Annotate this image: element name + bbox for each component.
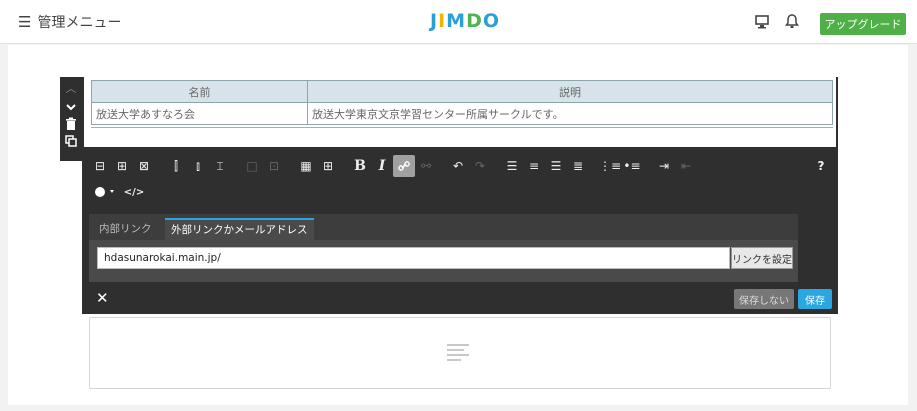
monitor-icon[interactable] [752, 12, 772, 32]
block-side-toolbar: ︿ [60, 77, 82, 161]
unlink-icon[interactable]: ⚯ [415, 155, 437, 177]
jimdo-logo[interactable]: JIMDO [430, 10, 500, 32]
delete-row-icon[interactable]: ⊠ [133, 155, 155, 177]
merge-cells-icon[interactable]: □ [241, 155, 263, 177]
content-table[interactable]: 名前 説明 放送大学あすなろ会 放送大学東京文京学習センター所属サークルです。 [91, 80, 833, 125]
insert-column-left-icon[interactable]: ⫿ [165, 155, 187, 177]
discard-button[interactable]: 保存しない [734, 289, 794, 309]
table-editor: 名前 説明 放送大学あすなろ会 放送大学東京文京学習センター所属サークルです。 … [82, 77, 838, 314]
link-tab-bar: 内部リンク 外部リンクかメールアドレス [89, 214, 798, 240]
format-toolbar-row-1: ⊟ ⊞ ⊠ ⫿ ⫾ ⌶ □ ⊡ ▦ ⊞ B I ⚯ ↶ ↷ ☰ ≡ ☰ ≣ ⋮≡… [82, 153, 838, 179]
trash-icon[interactable] [65, 117, 77, 131]
table-properties-icon[interactable]: ⊞ [317, 155, 339, 177]
set-link-button[interactable]: リンクを設定 [731, 247, 793, 269]
redo-icon[interactable]: ↷ [469, 155, 491, 177]
hamburger-icon[interactable]: ☰ [18, 14, 31, 30]
table-bottom-border [91, 127, 833, 128]
bell-icon[interactable] [782, 12, 802, 32]
admin-menu-label[interactable]: 管理メニュー [37, 12, 121, 32]
link-icon[interactable] [393, 155, 415, 177]
table-row: 放送大学あすなろ会 放送大学東京文京学習センター所属サークルです。 [91, 102, 833, 125]
table-header-cell[interactable]: 説明 [307, 80, 833, 103]
upgrade-button[interactable]: アップグレード [820, 13, 906, 35]
editor-footer: ✕ 保存しない 保存 [82, 282, 838, 314]
save-button[interactable]: 保存 [798, 289, 832, 309]
align-right-icon[interactable]: ☰ [545, 155, 567, 177]
url-input[interactable] [97, 247, 730, 269]
table-grid-icon[interactable]: ▦ [295, 155, 317, 177]
copy-icon[interactable] [65, 135, 77, 147]
insert-row-below-icon[interactable]: ⊞ [111, 155, 133, 177]
table-area: 名前 説明 放送大学あすなろ会 放送大学東京文京学習センター所属サークルです。 [82, 77, 838, 147]
indent-icon[interactable]: ⇥ [653, 155, 675, 177]
outdent-icon[interactable]: ⇤ [675, 155, 697, 177]
table-cell[interactable]: 放送大学東京文京学習センター所属サークルです。 [307, 102, 833, 125]
unordered-list-icon[interactable]: •≡ [621, 155, 643, 177]
tab-internal-link[interactable]: 内部リンク [93, 218, 158, 240]
chevron-up-icon[interactable]: ︿ [66, 81, 77, 97]
align-center-icon[interactable]: ≡ [523, 155, 545, 177]
chevron-down-icon[interactable] [65, 101, 77, 113]
italic-button[interactable]: I [371, 155, 393, 177]
insert-row-above-icon[interactable]: ⊟ [89, 155, 111, 177]
tab-external-link[interactable]: 外部リンクかメールアドレス [165, 218, 314, 240]
top-bar: ☰ 管理メニュー JIMDO アップグレード [0, 0, 917, 44]
text-placeholder-icon [447, 344, 469, 364]
link-panel: リンクを設定 [89, 240, 798, 282]
format-toolbar-row-2: </> [82, 179, 838, 205]
source-code-button[interactable]: </> [123, 181, 145, 203]
admin-menu[interactable]: ☰ 管理メニュー [18, 12, 121, 32]
table-header-cell[interactable]: 名前 [91, 80, 308, 103]
empty-text-block[interactable] [89, 317, 831, 389]
help-button[interactable]: ? [810, 155, 832, 177]
table-header-row: 名前 説明 [91, 80, 833, 103]
ordered-list-icon[interactable]: ⋮≡ [599, 155, 621, 177]
delete-column-icon[interactable]: ⌶ [209, 155, 231, 177]
align-left-icon[interactable]: ☰ [501, 155, 523, 177]
split-cells-icon[interactable]: ⊡ [263, 155, 285, 177]
align-justify-icon[interactable]: ≣ [567, 155, 589, 177]
undo-icon[interactable]: ↶ [447, 155, 469, 177]
insert-column-right-icon[interactable]: ⫾ [187, 155, 209, 177]
close-icon[interactable]: ✕ [96, 289, 109, 307]
table-cell[interactable]: 放送大学あすなろ会 [91, 102, 308, 125]
color-picker-icon[interactable] [89, 181, 123, 203]
bold-button[interactable]: B [349, 155, 371, 177]
